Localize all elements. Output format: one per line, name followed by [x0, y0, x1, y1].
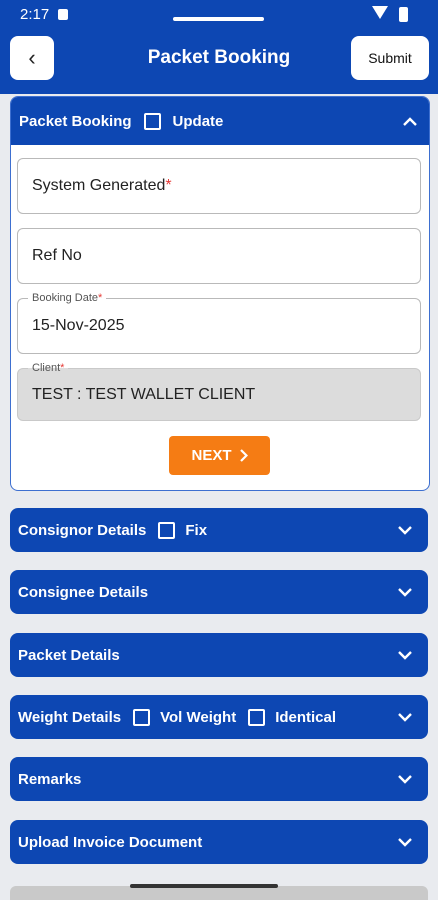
submit-button[interactable]: Submit [351, 36, 429, 80]
fix-label: Fix [185, 521, 208, 539]
system-generated-placeholder: System Generated [32, 177, 166, 194]
system-generated-field[interactable]: System Generated * [17, 158, 421, 214]
ref-no-placeholder: Ref No [32, 247, 82, 264]
remarks-title: Remarks [18, 770, 82, 788]
chevron-down-icon[interactable] [396, 646, 414, 664]
identical-label: Identical [275, 708, 337, 726]
consignor-details-section[interactable]: Consignor Details Fix [10, 508, 428, 552]
gesture-handle[interactable] [130, 884, 278, 888]
identical-checkbox[interactable] [248, 708, 266, 726]
weight-details-section[interactable]: Weight Details Vol Weight Identical [10, 695, 428, 739]
booking-date-field[interactable]: Booking Date* 15-Nov-2025 [17, 291, 421, 354]
vol-weight-checkbox[interactable] [133, 708, 151, 726]
chevron-up-icon[interactable] [401, 112, 419, 130]
booking-date-value: 15-Nov-2025 [32, 317, 125, 334]
app-header: 2:17 ‹ Packet Booking Submit [0, 0, 438, 94]
next-label: NEXT [191, 447, 232, 464]
packet-title: Packet Details [18, 646, 120, 664]
packet-details-section[interactable]: Packet Details [10, 633, 428, 677]
weight-title: Weight Details [18, 708, 122, 726]
remarks-section[interactable]: Remarks [10, 757, 428, 801]
consignee-title: Consignee Details [18, 583, 149, 601]
client-field: Client* TEST : TEST WALLET CLIENT [17, 361, 421, 421]
chevron-down-icon[interactable] [396, 521, 414, 539]
update-label: Update [172, 112, 224, 130]
chevron-down-icon[interactable] [396, 833, 414, 851]
client-value: TEST : TEST WALLET CLIENT [32, 385, 256, 403]
required-mark: * [165, 177, 172, 194]
packet-booking-title: Packet Booking [19, 112, 132, 130]
upload-title: Upload Invoice Document [18, 833, 203, 851]
wifi-icon [372, 6, 388, 19]
battery-icon [399, 7, 408, 22]
upload-invoice-section[interactable]: Upload Invoice Document [10, 820, 428, 864]
sim-icon [58, 9, 68, 20]
chevron-down-icon[interactable] [396, 708, 414, 726]
vol-weight-label: Vol Weight [160, 708, 237, 726]
fix-checkbox[interactable] [158, 521, 176, 539]
next-button[interactable]: NEXT [169, 436, 270, 475]
bottom-bar [10, 886, 428, 900]
client-label: Client* [28, 361, 69, 375]
status-time: 2:17 [20, 6, 50, 23]
chevron-down-icon[interactable] [396, 583, 414, 601]
consignee-details-section[interactable]: Consignee Details [10, 570, 428, 614]
ref-no-field[interactable]: Ref No [17, 228, 421, 284]
consignor-title: Consignor Details [18, 521, 147, 539]
chevron-right-icon [239, 449, 248, 462]
packet-booking-card: Packet Booking Update System Generated * … [10, 96, 430, 491]
chevron-down-icon[interactable] [396, 770, 414, 788]
packet-booking-header[interactable]: Packet Booking Update [11, 97, 429, 145]
booking-date-label: Booking Date* [28, 291, 107, 305]
update-checkbox[interactable] [143, 112, 161, 130]
camera-pill [173, 17, 264, 21]
